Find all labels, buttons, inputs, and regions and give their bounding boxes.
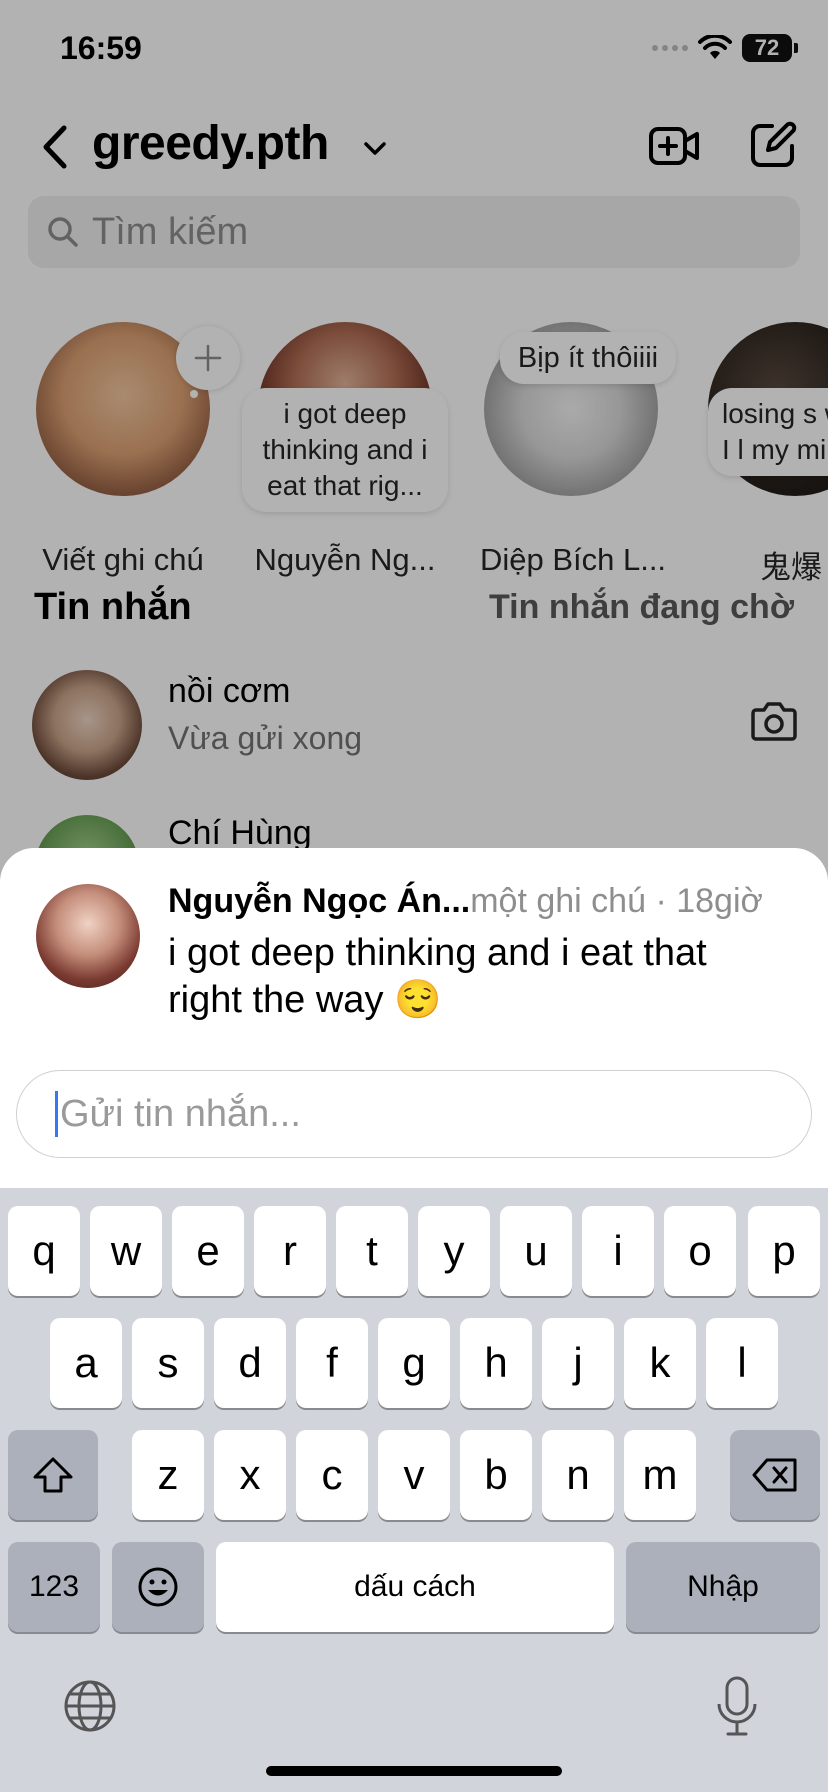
return-key[interactable]: Nhập [626, 1542, 820, 1632]
key-p[interactable]: p [748, 1206, 820, 1296]
key-t[interactable]: t [336, 1206, 408, 1296]
key-m[interactable]: m [624, 1430, 696, 1520]
key-l[interactable]: l [706, 1318, 778, 1408]
microphone-icon[interactable] [712, 1674, 762, 1740]
shift-icon [33, 1457, 73, 1493]
globe-icon[interactable] [62, 1678, 118, 1734]
key-d[interactable]: d [214, 1318, 286, 1408]
home-indicator [266, 1766, 562, 1776]
emoji-icon [138, 1567, 178, 1607]
note-header: Nguyễn Ngọc Án...một ghi chú · 18giờ [168, 882, 763, 921]
key-h[interactable]: h [460, 1318, 532, 1408]
key-b[interactable]: b [460, 1430, 532, 1520]
key-g[interactable]: g [378, 1318, 450, 1408]
key-w[interactable]: w [90, 1206, 162, 1296]
key-i[interactable]: i [582, 1206, 654, 1296]
shift-key[interactable] [8, 1430, 98, 1520]
backspace-icon [752, 1458, 797, 1492]
key-o[interactable]: o [664, 1206, 736, 1296]
note-reply-sheet: Nguyễn Ngọc Án...một ghi chú · 18giờ i g… [0, 848, 828, 1188]
emoji-key[interactable] [112, 1542, 204, 1632]
note-text: i got deep thinking and i eat that right… [168, 932, 707, 1021]
key-k[interactable]: k [624, 1318, 696, 1408]
key-z[interactable]: z [132, 1430, 204, 1520]
key-a[interactable]: a [50, 1318, 122, 1408]
keyboard: q w e r t y u i o p a s d f g h j k l z … [0, 1188, 828, 1792]
avatar [36, 884, 140, 988]
note-meta: một ghi chú · 18giờ [470, 882, 763, 920]
key-n[interactable]: n [542, 1430, 614, 1520]
key-q[interactable]: q [8, 1206, 80, 1296]
key-e[interactable]: e [172, 1206, 244, 1296]
key-x[interactable]: x [214, 1430, 286, 1520]
key-s[interactable]: s [132, 1318, 204, 1408]
space-key[interactable]: dấu cách [216, 1542, 614, 1632]
key-y[interactable]: y [418, 1206, 490, 1296]
key-r[interactable]: r [254, 1206, 326, 1296]
key-c[interactable]: c [296, 1430, 368, 1520]
backspace-key[interactable] [730, 1430, 820, 1520]
numbers-key[interactable]: 123 [8, 1542, 100, 1632]
reply-input[interactable] [60, 1092, 760, 1136]
note-author: Nguyễn Ngọc Án... [168, 882, 471, 920]
key-u[interactable]: u [500, 1206, 572, 1296]
reply-box[interactable] [16, 1070, 812, 1158]
key-v[interactable]: v [378, 1430, 450, 1520]
key-j[interactable]: j [542, 1318, 614, 1408]
text-caret [55, 1091, 58, 1137]
key-f[interactable]: f [296, 1318, 368, 1408]
